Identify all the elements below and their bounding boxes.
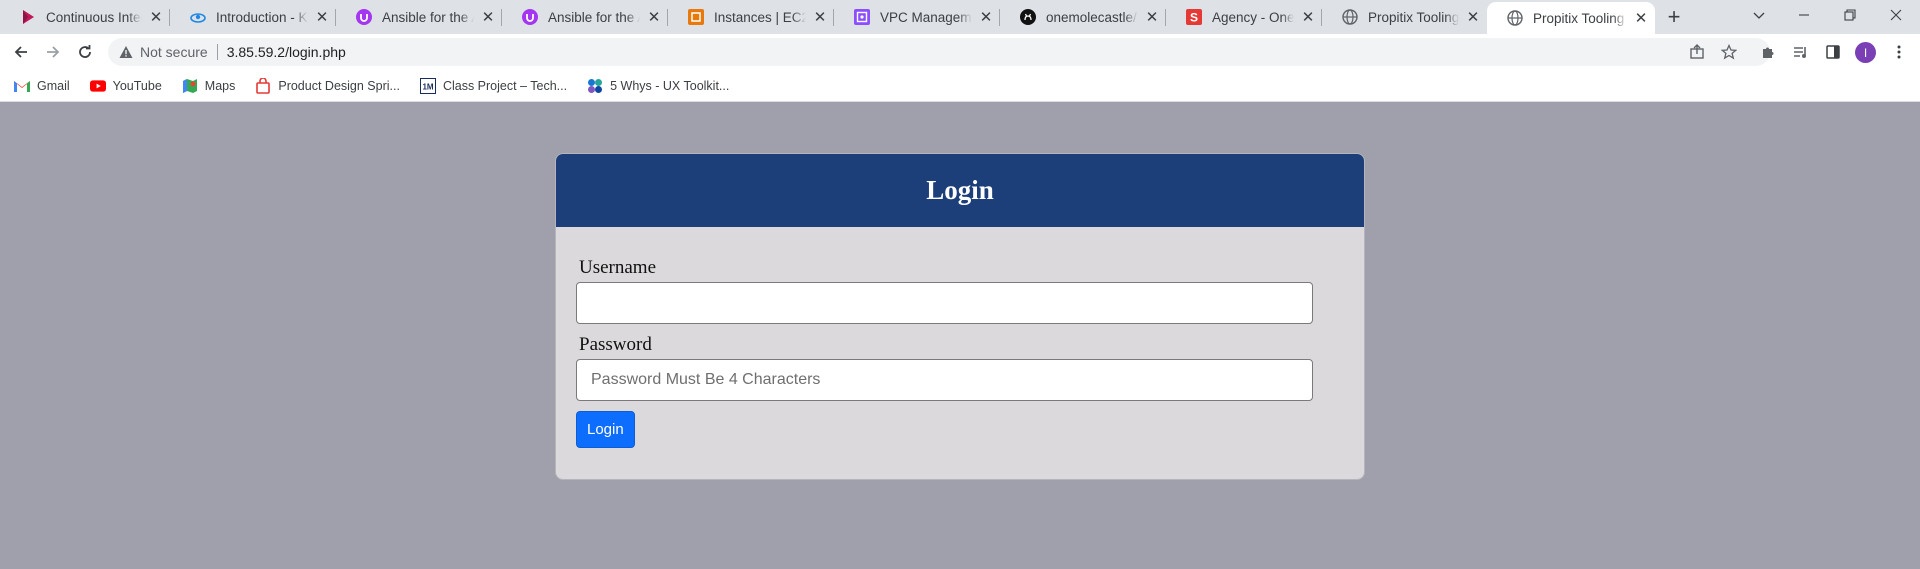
- close-icon[interactable]: ✕: [314, 9, 330, 25]
- address-bar[interactable]: Not secure 3.85.59.2/login.php: [108, 38, 1770, 66]
- tab-title: Continuous Integration: [46, 9, 142, 25]
- close-icon[interactable]: ✕: [1300, 9, 1316, 25]
- tab-title: Ansible for the Absolute Beginner: [548, 9, 640, 25]
- new-tab-button[interactable]: +: [1661, 4, 1687, 30]
- close-icon[interactable]: ✕: [148, 9, 164, 25]
- forward-arrow-icon[interactable]: [40, 39, 66, 65]
- browser-tab[interactable]: Continuous Integration ✕: [0, 0, 170, 34]
- tab-title: Introduction - Kodekloud: [216, 9, 308, 25]
- globe-icon: [1507, 10, 1523, 26]
- tab-title: Instances | EC2 Management Console: [714, 9, 806, 25]
- tab-title: Ansible for the Absolute Beginner: [382, 9, 474, 25]
- page-viewport: Login Username Password Login: [0, 103, 1920, 569]
- aws-vpc-icon: [854, 9, 870, 25]
- close-icon[interactable]: ✕: [1633, 10, 1649, 26]
- close-icon[interactable]: ✕: [1144, 9, 1160, 25]
- browser-tab[interactable]: Ansible for the Absolute Beginner ✕: [336, 0, 502, 34]
- s-letter-icon: S: [1186, 9, 1202, 25]
- login-button[interactable]: Login: [576, 411, 635, 448]
- tab-title: Agency - One Page: [1212, 9, 1294, 25]
- username-label: Username: [579, 257, 657, 278]
- browser-tab[interactable]: S Agency - One Page ✕: [1166, 0, 1322, 34]
- browser-tab[interactable]: onemolecastle/tooling ✕: [1000, 0, 1166, 34]
- bookmark-site-icon: [587, 78, 603, 94]
- close-icon[interactable]: ✕: [978, 9, 994, 25]
- close-icon[interactable]: ✕: [1465, 9, 1481, 25]
- bookmark-label: YouTube: [112, 78, 162, 93]
- back-arrow-icon[interactable]: [8, 39, 34, 65]
- tab-title: Propitix Tooling Login: [1533, 10, 1627, 26]
- bookmark-5-whys[interactable]: 5 Whys - UX Toolkit...: [587, 78, 729, 94]
- password-label: Password: [579, 334, 652, 355]
- tab-strip: Continuous Integration ✕ Introduction - …: [0, 0, 1920, 34]
- play-triangle-icon: [20, 9, 36, 25]
- bookmark-maps[interactable]: Maps: [182, 78, 236, 94]
- bookmark-product-design[interactable]: Product Design Spri...: [255, 77, 400, 94]
- svg-text:S: S: [1190, 11, 1198, 25]
- address-divider: [216, 44, 218, 60]
- minimize-icon[interactable]: [1781, 0, 1827, 30]
- browser-tab[interactable]: Introduction - Kodekloud ✕: [170, 0, 336, 34]
- bookmark-label: Maps: [204, 78, 236, 93]
- bookmark-label: 5 Whys - UX Toolkit...: [610, 78, 730, 93]
- login-card: Login Username Password Login: [555, 153, 1365, 480]
- browser-tab[interactable]: Instances | EC2 Management Console ✕: [668, 0, 834, 34]
- close-icon[interactable]: ✕: [480, 9, 496, 25]
- tab-title: onemolecastle/tooling: [1046, 9, 1138, 25]
- tab-title: VPC Management Console: [880, 9, 972, 25]
- github-icon: [1020, 9, 1036, 25]
- aws-ec2-icon: [688, 9, 704, 25]
- tab-title: Propitix Tooling Login: [1368, 9, 1459, 25]
- window-close-icon[interactable]: [1873, 0, 1919, 30]
- reload-icon[interactable]: [72, 39, 98, 65]
- kebab-menu-icon[interactable]: [1886, 39, 1912, 65]
- gmail-icon: [14, 78, 30, 94]
- bookmark-label: Product Design Spri...: [278, 78, 400, 93]
- security-status-label[interactable]: Not secure: [140, 44, 208, 60]
- warning-triangle-icon[interactable]: [118, 44, 134, 60]
- share-icon[interactable]: [1683, 38, 1711, 66]
- bookmark-gmail[interactable]: Gmail: [14, 78, 70, 94]
- browser-tab[interactable]: Ansible for the Absolute Beginner ✕: [502, 0, 668, 34]
- svg-text:1M: 1M: [422, 82, 433, 91]
- close-icon[interactable]: ✕: [646, 9, 662, 25]
- browser-tab[interactable]: VPC Management Console ✕: [834, 0, 1000, 34]
- media-queue-icon[interactable]: [1788, 39, 1814, 65]
- login-form: Username Password Login: [556, 227, 1364, 448]
- bookmark-site-icon: [255, 77, 271, 94]
- browser-tab-active[interactable]: Propitix Tooling Login ✕: [1487, 2, 1655, 34]
- browser-toolbar: Not secure 3.85.59.2/login.php I: [0, 34, 1920, 70]
- username-input[interactable]: [576, 282, 1313, 324]
- url-text[interactable]: 3.85.59.2/login.php: [227, 44, 346, 60]
- bookmark-site-icon: 1M: [419, 77, 436, 94]
- close-icon[interactable]: ✕: [812, 9, 828, 25]
- youtube-icon: [89, 78, 106, 94]
- bookmark-class-project[interactable]: 1M Class Project – Tech...: [419, 77, 568, 94]
- password-input[interactable]: [576, 359, 1313, 401]
- login-card-header: Login: [556, 154, 1364, 227]
- bookmark-youtube[interactable]: YouTube: [89, 78, 162, 94]
- cloud-icon: [190, 9, 206, 25]
- maps-icon: [182, 78, 198, 94]
- bookmark-label: Class Project – Tech...: [442, 78, 568, 93]
- bookmark-label: Gmail: [37, 78, 70, 93]
- profile-avatar[interactable]: I: [1855, 42, 1876, 63]
- side-panel-icon[interactable]: [1820, 39, 1846, 65]
- udemy-icon: [522, 9, 538, 25]
- extensions-puzzle-icon[interactable]: [1755, 39, 1781, 65]
- bookmarks-bar: Gmail YouTube Maps Product Design Spri..…: [0, 70, 1920, 102]
- page-title: Login: [926, 175, 994, 205]
- browser-tab[interactable]: Propitix Tooling Login ✕: [1322, 0, 1487, 34]
- bookmark-star-icon[interactable]: [1715, 38, 1743, 66]
- globe-icon: [1342, 9, 1358, 25]
- restore-icon[interactable]: [1827, 0, 1873, 30]
- field-spacer: [576, 324, 1344, 334]
- udemy-icon: [356, 9, 372, 25]
- tab-search-icon[interactable]: [1736, 0, 1782, 30]
